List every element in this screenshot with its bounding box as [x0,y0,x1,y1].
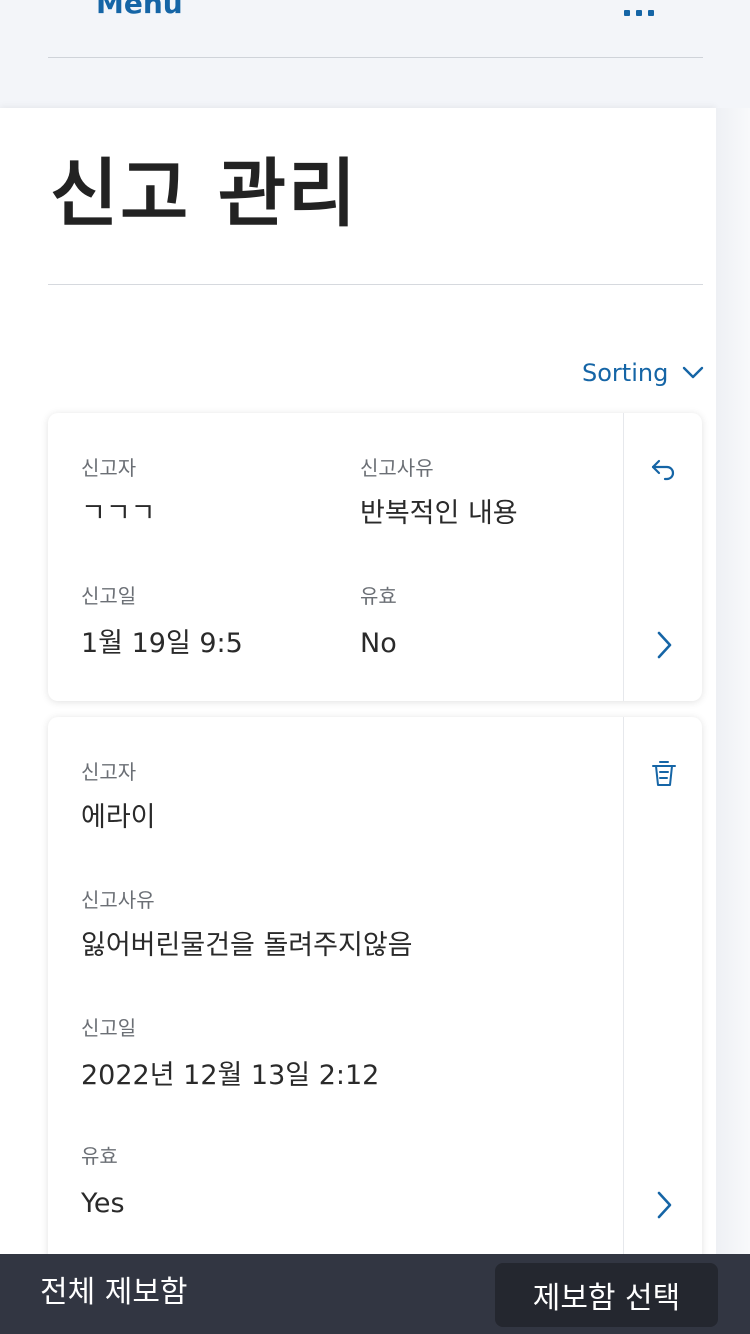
all-reports-button[interactable]: 전체 제보함 [40,1274,188,1312]
report-card: 신고자 에라이 신고사유 잃어버린물건을 돌려주지않음 신고일 2022년 12… [48,717,702,1277]
chevron-right-icon[interactable] [648,1189,680,1221]
date-value: 2022년 12월 13일 2:12 [81,1060,380,1091]
undo-arrow-icon[interactable] [648,453,680,485]
reason-label: 신고사유 [81,888,155,912]
reporter-value: 에라이 [81,802,156,833]
reason-value: 반복적인 내용 [360,498,518,529]
reporter-value: ㄱㄱㄱ [81,498,156,529]
reporter-label: 신고자 [81,760,137,784]
date-value: 1월 19일 9:5 [81,628,243,659]
card-actions [623,717,702,1277]
page-title: 신고 관리 [50,151,359,237]
chevron-down-icon [683,366,704,379]
valid-label: 유효 [360,584,397,608]
top-menu-bar: Menu [0,0,750,108]
sorting-label: Sorting [582,359,669,387]
valid-value: Yes [81,1188,125,1219]
reporter-label: 신고자 [81,456,137,480]
reason-value: 잃어버린물건을 돌려주지않음 [81,930,413,961]
date-label: 신고일 [81,1016,137,1040]
sorting-dropdown[interactable]: Sorting [582,355,704,391]
bottom-action-bar: 전체 제보함 제보함 선택 [0,1254,750,1334]
report-card: 신고자 ㄱㄱㄱ 신고사유 반복적인 내용 신고일 1월 19일 9:5 유효 N… [48,413,702,701]
select-reports-button[interactable]: 제보함 선택 [495,1263,718,1327]
trash-icon[interactable] [648,757,680,789]
card-actions [623,413,702,701]
valid-label: 유효 [81,1144,118,1168]
divider [48,57,703,58]
divider [48,284,703,285]
grid-icon[interactable] [624,0,654,16]
scroll-gutter [716,108,750,1334]
valid-value: No [360,628,397,659]
reason-label: 신고사유 [360,456,434,480]
chevron-right-icon[interactable] [648,629,680,661]
menu-label[interactable]: Menu [96,0,183,22]
date-label: 신고일 [81,584,137,608]
